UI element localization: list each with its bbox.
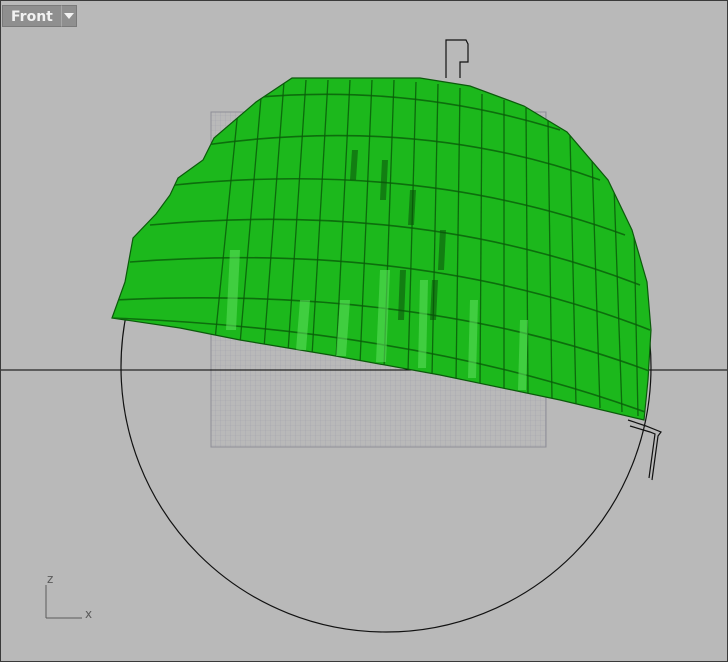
top-profile-curve — [445, 39, 469, 78]
front-viewport[interactable]: z x Front — [0, 0, 728, 662]
axis-indicator: z x — [45, 572, 92, 621]
viewport-scene[interactable]: z x — [0, 0, 728, 662]
chevron-down-icon[interactable] — [60, 5, 77, 27]
right-profile-curve — [627, 419, 662, 481]
x-axis-label: x — [85, 607, 92, 621]
viewport-title[interactable]: Front — [2, 5, 61, 27]
viewport-title-tab[interactable]: Front — [2, 5, 77, 27]
z-axis-label: z — [47, 572, 53, 586]
